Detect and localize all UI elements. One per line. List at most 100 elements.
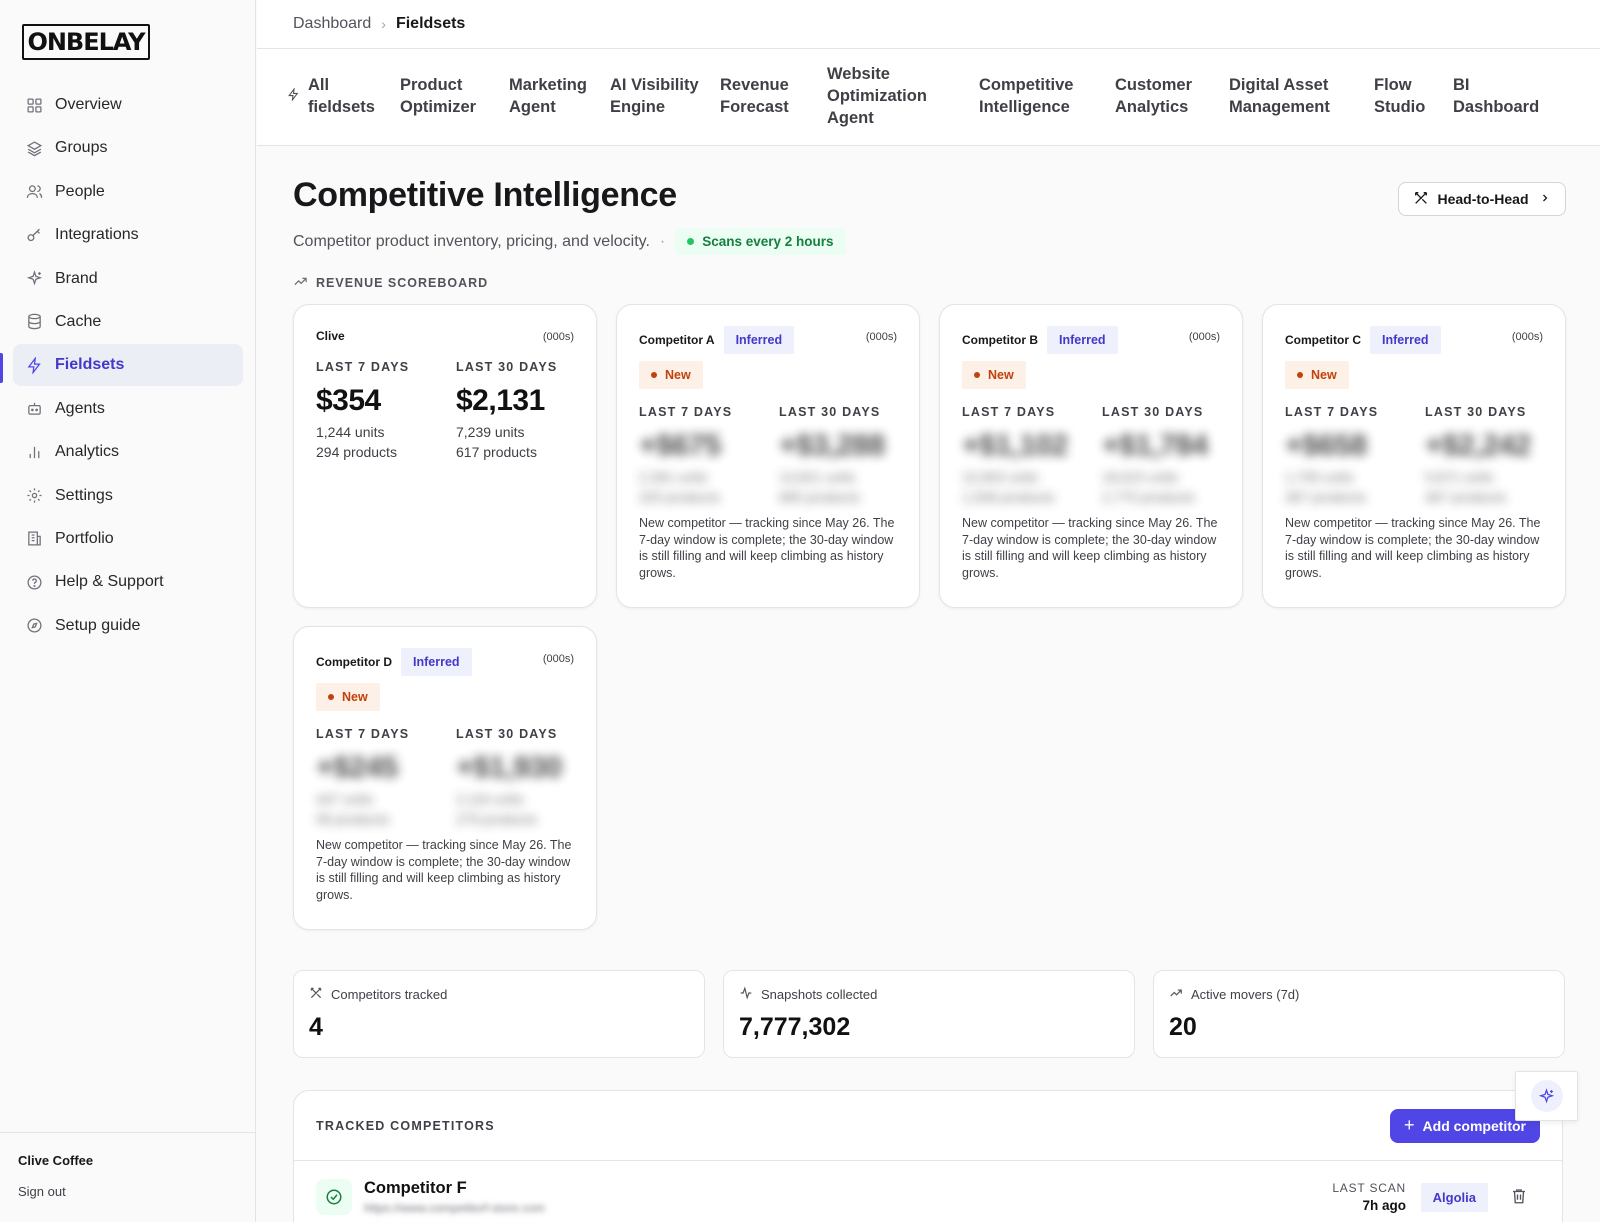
metric-products: 617 products [456,444,537,460]
metric-30d: LAST 30 DAYS $2,131 7,239 units 617 prod… [456,360,586,462]
metric-units: 13,821 units [779,469,856,485]
metric-units: 7,239 units [456,424,525,440]
trending-up-icon [1169,986,1191,1003]
new-label: New [1311,368,1337,382]
sidebar-nav: Overview Groups People Integrations Bran… [13,84,243,648]
bolt-icon [25,356,43,374]
metric-7d: LAST 7 DAYS $354 1,244 units 294 product… [316,360,446,462]
sidebar-item-overview[interactable]: Overview [13,84,243,126]
card-name: Competitor D [316,655,392,669]
sidebar-item-setup-guide[interactable]: Setup guide [13,605,243,647]
scoreboard-card-competitor-d: Competitor D Inferred (000s) New LAST 7 D… [293,626,597,930]
stat-active-movers: Active movers (7d) 20 [1153,970,1565,1058]
sidebar-item-label: Settings [55,486,113,504]
new-badge: New [639,361,703,389]
sign-out-link[interactable]: Sign out [18,1184,238,1199]
new-badge: New [316,683,380,711]
tab-product-optimizer[interactable]: Product Optimizer [400,74,485,118]
metric-value: +$658 [1285,429,1367,462]
status-dot-icon [651,372,657,378]
sidebar-item-label: People [55,182,105,200]
source-badge: Algolia [1420,1183,1488,1212]
card-header: Competitor D Inferred [316,648,472,676]
competitor-url[interactable]: https://www.competitorf-store.com [364,1201,545,1215]
sidebar-item-fieldsets[interactable]: Fieldsets [13,344,243,387]
tab-ai-visibility-engine[interactable]: AI Visibility Engine [610,74,705,118]
tracking-note: New competitor — tracking since May 26. … [639,516,895,580]
head-to-head-button[interactable]: Head-to-Head [1398,182,1566,216]
head-to-head-label: Head-to-Head [1437,191,1529,207]
metric-7d: LAST 7 DAYS +$658 1,705 units 367 produc… [1285,405,1415,507]
last-scan-value: 7h ago [1362,1198,1406,1213]
metric-label: LAST 30 DAYS [1102,405,1204,419]
metric-units: 18,615 units [1102,469,1179,485]
metric-products: 367 products [1285,489,1366,505]
swords-icon [309,986,331,1003]
competitor-name[interactable]: Competitor F [364,1179,467,1198]
sidebar-item-people[interactable]: People [13,171,243,213]
check-circle-icon [316,1179,352,1215]
tab-bi-dashboard[interactable]: BI Dashboard [1453,74,1548,118]
tab-flow-studio[interactable]: Flow Studio [1374,74,1434,118]
stat-competitors-tracked: Competitors tracked 4 [293,970,705,1058]
metric-products: 294 products [316,444,397,460]
sidebar-item-analytics[interactable]: Analytics [13,431,243,473]
ai-assistant-button[interactable] [1515,1071,1578,1121]
sidebar-item-cache[interactable]: Cache [13,301,243,343]
tab-website-optimization-agent[interactable]: Website Optimization Agent [827,63,942,129]
sidebar-item-label: Cache [55,312,102,330]
unit-label: (000s) [1511,331,1543,343]
page-subtitle: Competitor product inventory, pricing, a… [293,228,846,255]
metric-30d: LAST 30 DAYS +$2,242 5,871 units 467 pro… [1425,405,1555,507]
sidebar-item-settings[interactable]: Settings [13,475,243,517]
sidebar-item-integrations[interactable]: Integrations [13,214,243,256]
trash-icon[interactable] [1510,1187,1528,1210]
sidebar-item-groups[interactable]: Groups [13,127,243,169]
tab-digital-asset-management[interactable]: Digital Asset Management [1229,74,1344,118]
metric-units: 1,244 units [316,424,385,440]
breadcrumb-current: Fieldsets [395,15,466,32]
metric-30d: LAST 30 DAYS +$3,288 13,821 units 685 pr… [779,405,909,507]
tab-label: All fieldsets [308,76,375,116]
sidebar-item-agents[interactable]: Agents [13,388,243,430]
sidebar-item-label: Integrations [55,226,139,244]
metric-value: +$1,784 [1102,429,1208,462]
card-name: Competitor A [639,333,715,347]
new-label: New [665,368,691,382]
stat-label-text: Active movers (7d) [1191,987,1300,1002]
sidebar-item-label: Overview [55,96,122,113]
metric-products: 685 products [779,489,860,505]
sidebar-item-portfolio[interactable]: Portfolio [13,518,243,560]
brand-logo[interactable]: ONBELAY [22,24,150,60]
help-circle-icon [25,573,43,591]
bolt-icon [287,85,300,107]
sidebar-item-label: Setup guide [55,616,141,634]
gear-icon [25,487,43,505]
competitor-row[interactable]: Competitor F https://www.competitorf-sto… [294,1161,1562,1222]
sparkles-icon [1530,1080,1563,1112]
metric-7d: LAST 7 DAYS +$1,102 10,903 units 1,508 p… [962,405,1092,507]
chevron-right-icon [1539,191,1551,207]
tab-competitive-intelligence[interactable]: Competitive Intelligence [979,74,1089,118]
tab-revenue-forecast[interactable]: Revenue Forecast [720,74,800,118]
active-indicator [0,353,3,383]
sidebar-item-label: Analytics [55,443,120,461]
compass-icon [25,617,43,635]
sidebar-item-help[interactable]: Help & Support [13,561,243,603]
tab-customer-analytics[interactable]: Customer Analytics [1115,74,1205,118]
metric-30d: LAST 30 DAYS +$1,930 2,116 units 279 pro… [456,727,586,829]
metric-value: $354 [316,384,381,417]
sidebar-item-label: Brand [55,269,98,287]
tab-all-fieldsets[interactable]: All fieldsets [287,74,378,118]
breadcrumb-dashboard[interactable]: Dashboard [293,15,371,33]
tab-marketing-agent[interactable]: Marketing Agent [509,74,594,118]
sidebar-item-brand[interactable]: Brand [13,258,243,300]
metric-products: 2,775 products [1102,489,1195,505]
last-scan: LAST SCAN 7h ago [1332,1181,1406,1213]
activity-icon [739,986,761,1003]
inferred-badge: Inferred [401,648,472,676]
metric-products: 325 products [639,489,720,505]
metric-label: LAST 30 DAYS [456,360,558,374]
inferred-badge: Inferred [723,326,795,354]
metric-value: +$2,242 [1425,429,1531,462]
